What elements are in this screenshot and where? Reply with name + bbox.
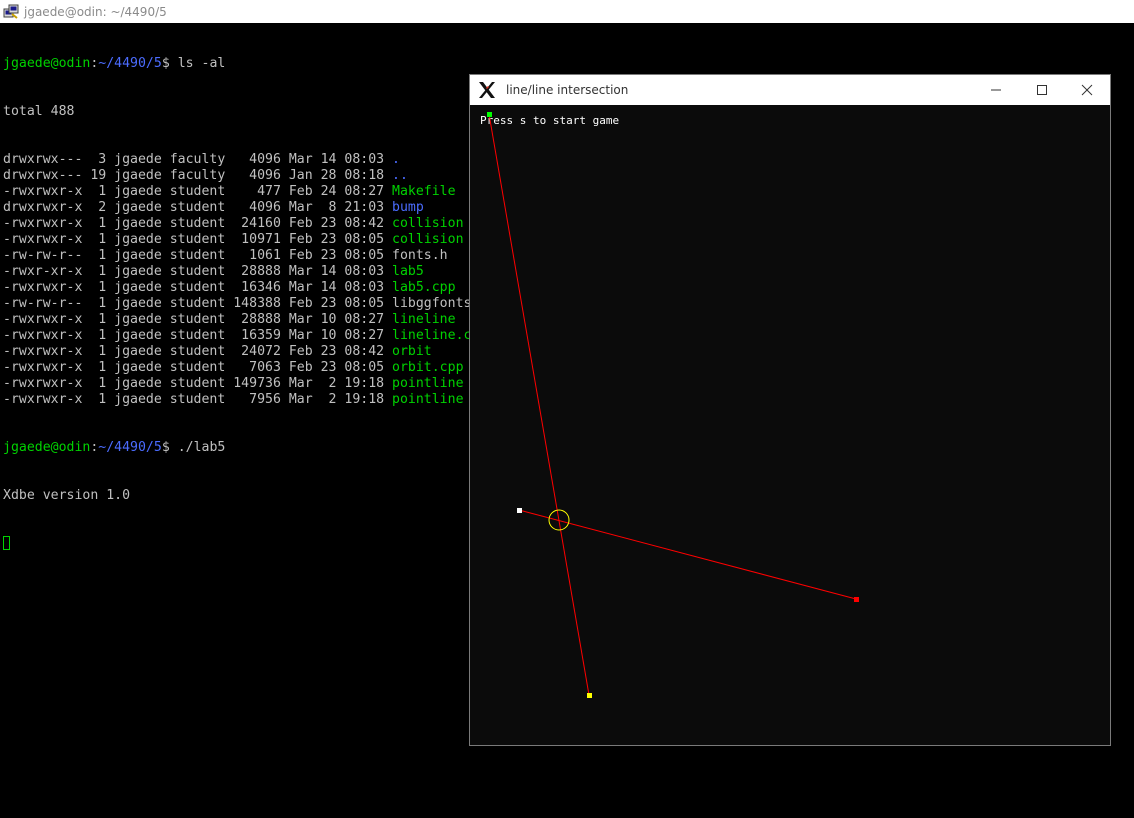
listing-filename: . (392, 152, 400, 167)
listing-meta: drwxrwxr-x 2 jgaede student 4096 Mar 8 2… (3, 200, 393, 215)
listing-meta: drwxrwx--- 3 jgaede faculty 4096 Mar 14 … (3, 152, 393, 167)
endpoint-yellow[interactable] (587, 693, 592, 698)
listing-meta: -rwxrwxr-x 1 jgaede student 7063 Feb 23 … (3, 360, 393, 375)
listing-filename: collision (392, 216, 464, 231)
close-button[interactable] (1064, 75, 1110, 105)
putty-icon (3, 4, 19, 20)
listing-filename: pointline (392, 376, 464, 391)
listing-meta: -rwxrwxr-x 1 jgaede student 477 Feb 24 0… (3, 184, 393, 199)
listing-filename: libggfonts (392, 296, 472, 311)
endpoint-red[interactable] (854, 597, 859, 602)
listing-meta: -rwxrwxr-x 1 jgaede student 10971 Feb 23… (3, 232, 393, 247)
listing-filename: .. (392, 168, 408, 183)
command-text: ./lab5 (177, 440, 226, 455)
x11-logo-icon (478, 81, 496, 99)
terminal-titlebar[interactable]: jgaede@odin: ~/4490/5 (0, 0, 1134, 23)
listing-filename: lab5 (392, 264, 424, 279)
endpoint-green[interactable] (487, 112, 492, 117)
game-canvas[interactable]: Press s to start game (470, 105, 1110, 745)
intersection-drawing (487, 112, 859, 698)
maximize-button[interactable] (1019, 75, 1065, 105)
x-window[interactable]: line/line intersection Press s to start … (469, 74, 1111, 746)
listing-filename: fonts.h (392, 248, 448, 263)
listing-meta: -rwxrwxr-x 1 jgaede student 7956 Mar 2 1… (3, 392, 393, 407)
listing-meta: -rw-rw-r-- 1 jgaede student 1061 Feb 23 … (3, 248, 393, 263)
maximize-icon (1037, 85, 1047, 95)
x-window-title: line/line intersection (506, 83, 629, 97)
listing-meta: -rw-rw-r-- 1 jgaede student 148388 Feb 2… (3, 296, 393, 311)
listing-filename: lineline (392, 312, 456, 327)
listing-filename: orbit.cpp (392, 360, 464, 375)
terminal-window-title: jgaede@odin: ~/4490/5 (24, 4, 167, 19)
listing-meta: -rwxrwxr-x 1 jgaede student 24160 Feb 23… (3, 216, 393, 231)
line-segment-b (518, 509, 857, 600)
minimize-button[interactable] (973, 75, 1019, 105)
x-window-titlebar[interactable]: line/line intersection (470, 75, 1110, 105)
listing-meta: -rwxrwxr-x 1 jgaede student 149736 Mar 2… (3, 376, 393, 391)
listing-meta: -rwxrwxr-x 1 jgaede student 16359 Mar 10… (3, 328, 393, 343)
prompt-user-host: jgaede@odin (3, 440, 91, 455)
close-icon (1081, 84, 1093, 96)
listing-meta: drwxrwx--- 19 jgaede faculty 4096 Jan 28… (3, 168, 393, 183)
prompt-path: ~/4490/5 (98, 56, 162, 71)
listing-filename: lineline.c (392, 328, 472, 343)
listing-filename: collision (392, 232, 464, 247)
listing-filename: Makefile (392, 184, 456, 199)
listing-filename: pointline (392, 392, 464, 407)
command-text: ls -al (177, 56, 226, 71)
prompt-path: ~/4490/5 (98, 440, 162, 455)
line-segment-a (488, 113, 590, 696)
terminal-prompt-line: jgaede@odin:~/4490/5$ ls -al (3, 56, 226, 71)
listing-meta: -rwxrwxr-x 1 jgaede student 16346 Mar 14… (3, 280, 393, 295)
prompt-user-host: jgaede@odin (3, 56, 91, 71)
listing-meta: -rwxr-xr-x 1 jgaede student 28888 Mar 14… (3, 264, 393, 279)
terminal-cursor (3, 536, 10, 550)
listing-filename: bump (392, 200, 424, 215)
listing-meta: -rwxrwxr-x 1 jgaede student 24072 Feb 23… (3, 344, 393, 359)
listing-meta: -rwxrwxr-x 1 jgaede student 28888 Mar 10… (3, 312, 393, 327)
listing-filename: orbit (392, 344, 432, 359)
listing-filename: lab5.cpp (392, 280, 456, 295)
endpoint-white[interactable] (517, 508, 522, 513)
minimize-icon (991, 89, 1001, 91)
